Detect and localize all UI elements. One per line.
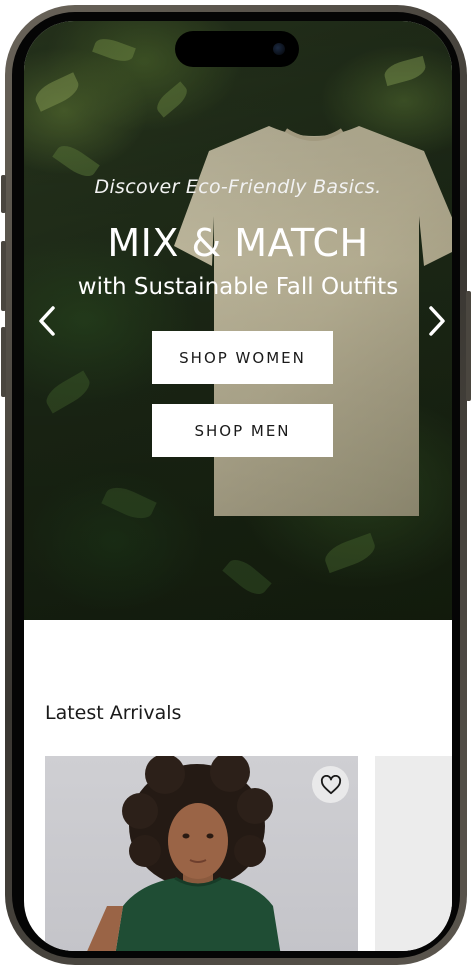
latest-arrivals-title: Latest Arrivals xyxy=(45,702,182,724)
carousel-next-button[interactable] xyxy=(422,303,450,339)
chevron-left-icon xyxy=(39,306,55,336)
hero-headline: MIX & MATCH xyxy=(107,221,369,265)
volume-down-button xyxy=(1,327,6,397)
product-card-next[interactable] xyxy=(375,756,452,951)
dynamic-island xyxy=(175,31,299,67)
favorite-button[interactable] xyxy=(312,766,349,803)
hero-overlay xyxy=(24,21,452,620)
volume-up-button xyxy=(1,241,6,311)
screen: Discover Eco-Friendly Basics. MIX & MATC… xyxy=(24,21,452,951)
carousel-prev-button[interactable] xyxy=(34,303,62,339)
shop-men-button[interactable]: SHOP MEN xyxy=(152,404,333,457)
heart-outline-icon xyxy=(320,774,341,794)
product-card[interactable] xyxy=(45,756,358,951)
chevron-right-icon xyxy=(429,306,445,336)
action-button xyxy=(1,175,6,213)
hero-banner: Discover Eco-Friendly Basics. MIX & MATC… xyxy=(24,21,452,620)
shop-women-button[interactable]: SHOP WOMEN xyxy=(152,331,333,384)
hero-subheadline: with Sustainable Fall Outfits xyxy=(77,274,399,300)
hero-tagline: Discover Eco-Friendly Basics. xyxy=(94,176,382,198)
camera-icon xyxy=(273,43,285,55)
power-button xyxy=(466,291,471,401)
